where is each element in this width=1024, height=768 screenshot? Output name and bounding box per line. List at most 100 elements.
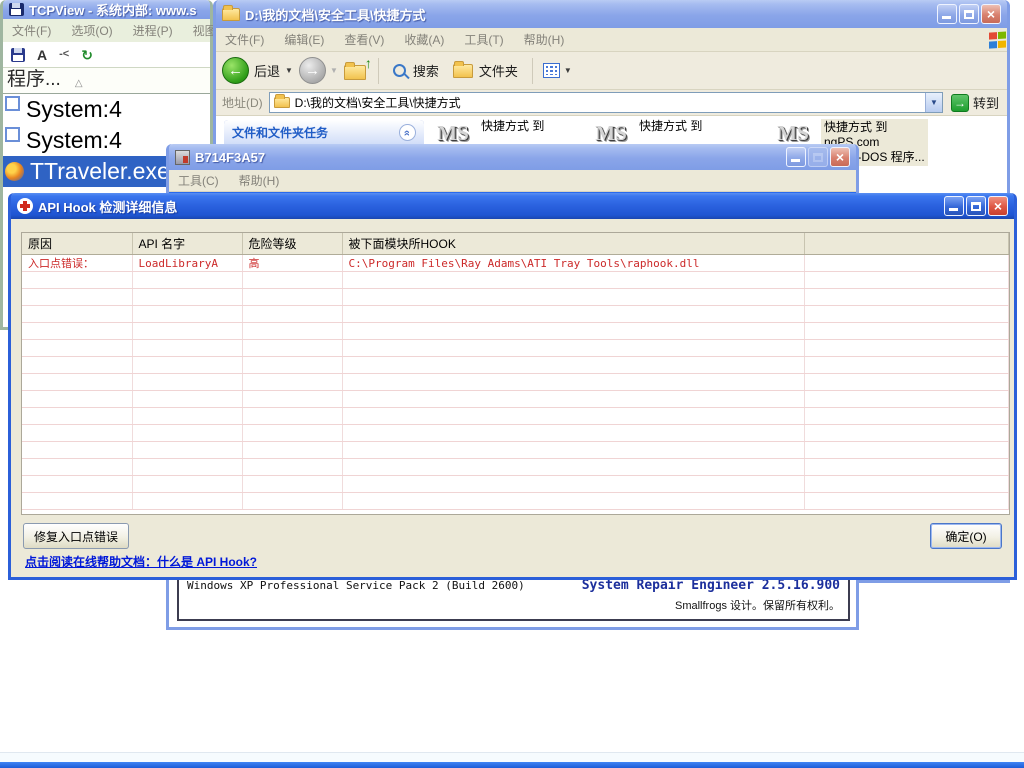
up-folder-icon (344, 65, 366, 80)
hook-result-row[interactable]: 入口点错误： LoadLibraryA 高 C:\Program Files\R… (22, 255, 1009, 272)
explorer-titlebar[interactable]: D:\我的文档\安全工具\快捷方式 × (216, 0, 1007, 28)
back-button[interactable]: ← 后退 ▼ (222, 57, 293, 84)
tcpview-titlebar[interactable]: TCPView - 系统内部: www.s (3, 0, 210, 19)
views-dropdown-icon[interactable]: ▼ (564, 66, 572, 75)
go-button[interactable]: → 转到 (949, 93, 1001, 112)
ms-dos-icon: MS (591, 119, 631, 147)
folders-button[interactable]: 文件夹 (449, 61, 522, 80)
cell-hooked-by: C:\Program Files\Ray Adams\ATI Tray Tool… (342, 255, 804, 272)
pin-icon[interactable]: -< (59, 49, 69, 60)
table-empty-row (22, 323, 1009, 340)
close-button[interactable]: × (981, 4, 1001, 24)
address-combo[interactable]: D:\我的文档\安全工具\快捷方式 ▼ (269, 92, 943, 113)
apihook-caption-buttons: × (944, 196, 1008, 216)
toolbar-separator (378, 58, 379, 84)
tcpview-column-header[interactable]: 程序... △ (3, 68, 210, 94)
os-info-text: Windows XP Professional Service Pack 2 (… (187, 579, 525, 592)
back-icon: ← (222, 57, 249, 84)
process-icon (5, 127, 20, 142)
red-cross-icon (17, 198, 33, 214)
windows-logo-icon (989, 31, 1007, 48)
process-name: System:4 (26, 96, 122, 123)
collapse-chevron-icon[interactable]: » (399, 124, 416, 141)
back-label: 后退 (254, 61, 280, 80)
taskbar-edge[interactable] (0, 762, 1024, 768)
help-link[interactable]: 点击阅读在线帮助文档：什么是 API Hook? (25, 553, 257, 570)
views-button[interactable]: ▼ (543, 63, 572, 78)
process-name: TTraveler.exe (30, 158, 170, 185)
explorer-menubar: 文件(F) 编辑(E) 查看(V) 收藏(A) 工具(T) 帮助(H) (216, 28, 1007, 52)
up-button[interactable]: ↑ (344, 62, 368, 80)
cell-reason: 入口点错误： (22, 255, 132, 272)
menu-favorites[interactable]: 收藏(A) (395, 28, 453, 51)
menu-tools[interactable]: 工具(T) (455, 28, 512, 51)
close-button[interactable]: × (830, 147, 850, 167)
task-pane-title: 文件和文件夹任务 (232, 124, 328, 141)
table-empty-row (22, 408, 1009, 425)
search-icon (393, 64, 406, 77)
sre-titlebar[interactable]: B714F3A57 × (169, 144, 856, 170)
tcpview-title: TCPView - 系统内部: www.s (29, 0, 204, 19)
minimize-button[interactable] (944, 196, 964, 216)
menu-file[interactable]: 文件(F) (216, 28, 273, 51)
file-item[interactable]: MS 快捷方式 到 (433, 119, 544, 147)
sre-caption-buttons: × (786, 147, 850, 167)
menu-options[interactable]: 选项(O) (62, 19, 121, 42)
search-button[interactable]: 搜索 (389, 61, 443, 80)
menu-file[interactable]: 文件(F) (3, 19, 60, 42)
apihook-table-body: 入口点错误： LoadLibraryA 高 C:\Program Files\R… (22, 255, 1009, 510)
refresh-icon[interactable]: ↻ (81, 48, 93, 62)
menu-help[interactable]: 帮助(H) (515, 28, 574, 51)
table-empty-row (22, 306, 1009, 323)
table-empty-row (22, 272, 1009, 289)
maximize-button[interactable] (966, 196, 986, 216)
copyright-text: Smallfrogs 设计。保留所有权利。 (675, 597, 840, 613)
save-icon[interactable] (11, 48, 25, 62)
column-hooked-by[interactable]: 被下面模块所HOOK (342, 233, 804, 255)
bottom-window-edge (0, 752, 1024, 762)
address-dropdown-icon[interactable]: ▼ (925, 93, 942, 112)
ok-button[interactable]: 确定(O) (930, 523, 1002, 549)
menu-edit[interactable]: 编辑(E) (275, 28, 333, 51)
font-icon[interactable]: A (37, 48, 47, 62)
close-button[interactable]: × (988, 196, 1008, 216)
minimize-button[interactable] (786, 147, 806, 167)
process-row[interactable]: System:4 (3, 94, 210, 125)
column-filler (804, 233, 1009, 255)
column-risk-level[interactable]: 危险等级 (242, 233, 342, 255)
maximize-button[interactable] (959, 4, 979, 24)
minimize-button[interactable] (937, 4, 957, 24)
tcpview-toolbar: A -< ↻ (3, 42, 210, 68)
address-folder-icon (274, 97, 290, 108)
forward-button[interactable]: → ▼ (299, 57, 338, 84)
column-reason[interactable]: 原因 (22, 233, 132, 255)
back-dropdown-icon[interactable]: ▼ (285, 66, 293, 75)
ms-dos-icon: MS (433, 119, 473, 147)
sre-title: B714F3A57 (195, 150, 781, 165)
explorer-addressbar: 地址(D) D:\我的文档\安全工具\快捷方式 ▼ → 转到 (216, 90, 1007, 116)
apihook-titlebar[interactable]: API Hook 检测详细信息 × (11, 193, 1014, 219)
explorer-title: D:\我的文档\安全工具\快捷方式 (245, 5, 932, 24)
menu-help[interactable]: 帮助(H) (230, 169, 289, 192)
ms-dos-icon: MS (773, 119, 813, 147)
forward-icon: → (299, 57, 326, 84)
apihook-table: 原因 API 名字 危险等级 被下面模块所HOOK 入口点错误： LoadLib… (21, 232, 1010, 515)
table-empty-row (22, 374, 1009, 391)
column-api-name[interactable]: API 名字 (132, 233, 242, 255)
menu-view[interactable]: 查看(V) (335, 28, 393, 51)
file-item[interactable]: MS 快捷方式 到 (591, 119, 702, 147)
explorer-toolbar: ← 后退 ▼ → ▼ ↑ 搜索 文件夹 (216, 52, 1007, 90)
folders-label: 文件夹 (479, 61, 518, 80)
address-value[interactable]: D:\我的文档\安全工具\快捷方式 (295, 94, 920, 111)
cell-api-name: LoadLibraryA (132, 255, 242, 272)
apihook-title: API Hook 检测详细信息 (38, 197, 939, 216)
globe-icon (5, 162, 24, 181)
forward-dropdown-icon[interactable]: ▼ (330, 66, 338, 75)
table-empty-row (22, 442, 1009, 459)
fix-entry-point-button[interactable]: 修复入口点错误 (23, 523, 129, 549)
menu-tools[interactable]: 工具(C) (169, 169, 228, 192)
task-pane-header[interactable]: 文件和文件夹任务 » (224, 120, 424, 145)
table-empty-row (22, 493, 1009, 510)
menu-process[interactable]: 进程(P) (124, 19, 182, 42)
desktop: TCPView - 系统内部: www.s 文件(F) 选项(O) 进程(P) … (0, 0, 1024, 768)
